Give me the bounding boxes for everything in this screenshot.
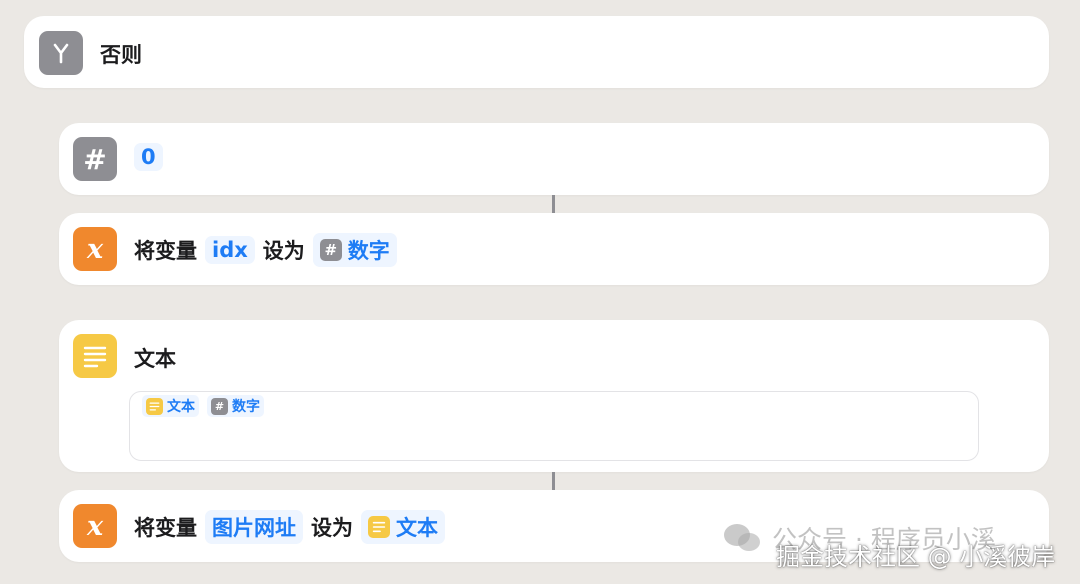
variable-x-icon: x (73, 504, 117, 548)
set-to-label: 设为 (311, 516, 353, 540)
number-value[interactable]: 0 (134, 143, 163, 171)
wechat-icon (722, 522, 762, 558)
connector-line (552, 472, 555, 490)
watermark-community: 掘金技术社区 @ 小溪彼岸 (776, 543, 1056, 571)
number-action-card[interactable]: # 0 (59, 123, 1049, 195)
text-token-label: 文本 (167, 399, 195, 415)
text-lines-icon (368, 516, 390, 538)
number-token[interactable]: # 数字 (207, 395, 264, 417)
number-token-label: 数字 (347, 239, 390, 263)
text-action-title: 文本 (134, 347, 176, 371)
otherwise-title: 否则 (100, 43, 142, 67)
hash-icon: # (73, 137, 117, 181)
connector-line (552, 195, 555, 213)
variable-name-token[interactable]: 图片网址 (205, 510, 303, 544)
text-token[interactable]: 文本 (142, 395, 199, 417)
set-to-label: 设为 (262, 239, 305, 263)
text-content-tokens: 文本 # 数字 (142, 395, 264, 417)
otherwise-card[interactable]: 否则 (24, 16, 1049, 88)
text-token[interactable]: 文本 (361, 510, 445, 544)
variable-name-token[interactable]: idx (205, 236, 255, 264)
text-lines-icon (146, 397, 163, 415)
hash-icon: # (211, 397, 228, 415)
set-variable-card-idx[interactable]: x 将变量 idx 设为 # 数字 (59, 213, 1049, 285)
set-variable-label: 将变量 (134, 239, 197, 263)
hash-icon: # (319, 239, 342, 261)
variable-x-icon: x (73, 227, 117, 271)
number-token-label: 数字 (232, 399, 260, 415)
number-token[interactable]: # 数字 (312, 233, 397, 267)
text-lines-icon (73, 334, 117, 378)
set-variable-label: 将变量 (134, 516, 197, 540)
text-token-label: 文本 (396, 516, 438, 540)
branch-icon (39, 31, 83, 75)
